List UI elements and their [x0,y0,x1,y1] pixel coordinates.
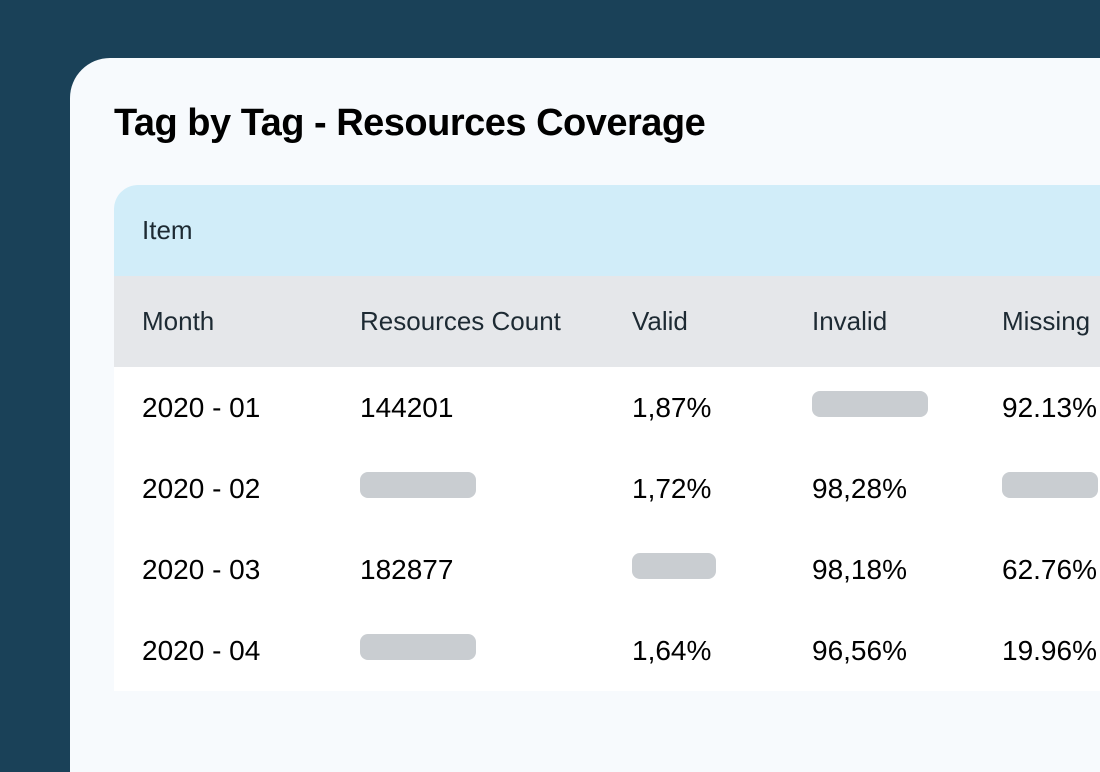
report-card: Tag by Tag - Resources Coverage Item Mon… [70,58,1100,772]
loading-placeholder-icon [632,553,716,579]
table-row: 2020 - 04 1,64%96,56%19.96% [114,610,1100,691]
cell-missing: 62.76% [1002,554,1100,586]
cell-valid: 1,87% [632,392,812,424]
col-invalid: Invalid [812,306,1002,337]
cell-invalid: 98,28% [812,473,1002,505]
loading-placeholder-icon [360,634,476,660]
col-month: Month [142,306,360,337]
item-header: Item [114,185,1100,276]
column-header-row: Month Resources Count Valid Invalid Miss… [114,276,1100,367]
cell-invalid: 98,18% [812,554,1002,586]
col-resources: Resources Count [360,306,632,337]
loading-placeholder-icon [360,472,476,498]
col-missing: Missing [1002,306,1100,337]
cell-resources [360,472,632,505]
cell-month: 2020 - 01 [142,392,360,424]
cell-resources [360,634,632,667]
col-valid: Valid [632,306,812,337]
cell-month: 2020 - 04 [142,635,360,667]
loading-placeholder-icon [812,391,928,417]
coverage-table: Item Month Resources Count Valid Invalid… [114,185,1100,691]
cell-valid: 1,72% [632,473,812,505]
cell-missing: 92.13% [1002,392,1100,424]
table-row: 2020 - 02 1,72%98,28% [114,448,1100,529]
table-row: 2020 - 03182877 98,18%62.76% [114,529,1100,610]
cell-valid [632,553,812,586]
cell-missing: 19.96% [1002,635,1100,667]
cell-missing [1002,472,1100,505]
cell-resources: 144201 [360,392,632,424]
loading-placeholder-icon [1002,472,1098,498]
cell-invalid: 96,56% [812,635,1002,667]
cell-month: 2020 - 03 [142,554,360,586]
cell-valid: 1,64% [632,635,812,667]
table-row: 2020 - 011442011,87% 92.13% [114,367,1100,448]
cell-resources: 182877 [360,554,632,586]
cell-invalid [812,391,1002,424]
page-title: Tag by Tag - Resources Coverage [114,102,1100,145]
cell-month: 2020 - 02 [142,473,360,505]
